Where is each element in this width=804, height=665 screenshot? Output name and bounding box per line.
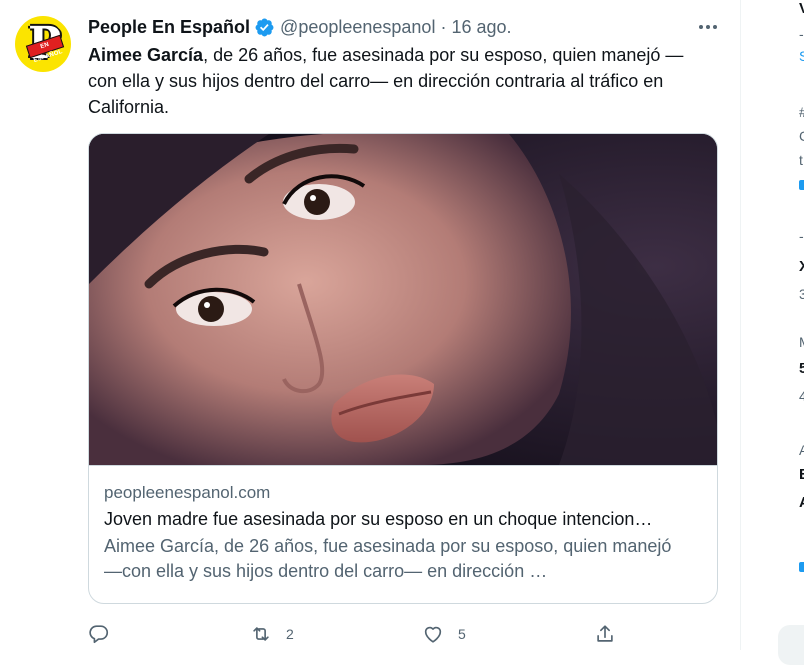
sidebar-blue-marker (799, 562, 804, 572)
like-button[interactable]: 5 (422, 620, 466, 648)
sidebar-fragment: t (799, 152, 803, 168)
like-count: 5 (458, 626, 466, 642)
retweet-button[interactable]: 2 (250, 620, 294, 648)
sidebar-fragment: - (799, 228, 804, 244)
right-sidebar: V - S # C t - X 3 M 5 4 A E A (741, 0, 804, 650)
tweet-column: P EN ESPAÑOL People En Español @peopleen… (0, 0, 741, 650)
sidebar-fragment: A (799, 494, 804, 511)
link-card[interactable]: peopleenespanol.com Joven madre fue ases… (88, 133, 718, 604)
retweet-icon (253, 627, 269, 641)
header-separator: · (440, 16, 447, 37)
share-button[interactable] (594, 620, 616, 648)
sidebar-blue-marker (799, 180, 804, 190)
sidebar-fragment: C (799, 128, 804, 144)
tweet-actions: 2 5 (88, 620, 718, 648)
verified-badge-icon (255, 18, 274, 36)
card-body[interactable]: peopleenespanol.com Joven madre fue ases… (89, 465, 717, 603)
sidebar-fragment: 3 (799, 286, 804, 302)
heart-icon (424, 626, 442, 643)
tweet-text-bold: Aimee García (88, 45, 204, 65)
author-name[interactable]: People En Español (88, 17, 250, 38)
sidebar-fragment: X (799, 258, 804, 275)
author-handle[interactable]: @peopleenespanol (280, 17, 435, 38)
sidebar-fragment: - (799, 26, 804, 42)
sidebar-fragment: 5 (799, 360, 804, 377)
sidebar-fragment[interactable]: S (799, 48, 804, 64)
card-title: Joven madre fue asesinada por su esposo … (104, 509, 653, 529)
sidebar-fragment: A (799, 442, 804, 458)
card-description: Aimee García, de 26 años, fue asesinada … (104, 536, 672, 581)
card-domain: peopleenespanol.com (104, 483, 271, 502)
sidebar-fragment: E (799, 466, 804, 483)
tweet-text: Aimee García, de 26 años, fue asesinada … (88, 42, 708, 120)
card-image[interactable] (89, 134, 718, 465)
author-avatar[interactable]: P EN ESPAÑOL (15, 16, 71, 72)
sidebar-fragment: # (799, 104, 804, 120)
share-icon (597, 625, 613, 642)
reply-icon (89, 625, 109, 644)
tweet-date[interactable]: 16 ago. (451, 17, 511, 38)
sidebar-fragment: V (799, 0, 804, 17)
tweet-header: People En Español @peopleenespanol · 16 … (88, 15, 512, 39)
reply-button[interactable] (88, 620, 110, 648)
retweet-count: 2 (286, 626, 294, 642)
more-options-icon[interactable] (696, 17, 720, 37)
sidebar-fragment: 4 (799, 388, 804, 404)
sidebar-fragment: M (799, 334, 804, 350)
messages-drawer-edge[interactable] (778, 625, 804, 665)
